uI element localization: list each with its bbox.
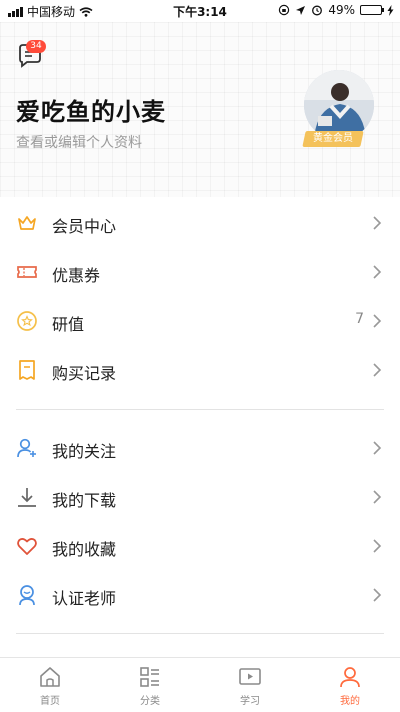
menu-group-content: 我的关注 我的下载 我的收藏 认证老师 <box>0 424 400 620</box>
menu-item-label: 购买记录 <box>52 364 117 383</box>
username[interactable]: 爱吃鱼的小麦 <box>16 92 166 127</box>
chevron-right-icon <box>373 588 382 602</box>
profile-icon <box>340 667 360 688</box>
star-coin-icon <box>17 311 37 331</box>
home-icon <box>40 667 60 687</box>
chevron-right-icon <box>373 490 382 504</box>
menu-item-teacher-verification[interactable]: 认证老师 <box>0 571 400 620</box>
vip-badge-label: 黄金会员 <box>313 133 353 144</box>
charging-icon <box>387 4 394 16</box>
section-divider <box>16 409 384 410</box>
teacher-icon <box>19 585 35 606</box>
menu-item-label: 我的下载 <box>52 491 117 510</box>
profile-header: 34 爱吃鱼的小麦 查看或编辑个人资料 黄金会员 <box>0 22 400 197</box>
menu-item-label: 我的关注 <box>52 442 117 461</box>
tab-mine[interactable]: 我的 <box>300 658 400 712</box>
section-divider <box>16 633 384 634</box>
tab-label: 首页 <box>40 696 60 707</box>
battery-icon <box>360 5 384 15</box>
menu-item-label: 优惠券 <box>52 266 101 285</box>
ticket-icon <box>17 266 37 278</box>
menu-item-label: 我的收藏 <box>52 540 117 559</box>
tab-category[interactable]: 分类 <box>100 658 200 712</box>
category-icon <box>140 667 159 687</box>
edit-profile-link[interactable]: 查看或编辑个人资料 <box>16 132 142 152</box>
menu-item-label: 认证老师 <box>52 589 117 608</box>
tab-label: 我的 <box>340 696 360 707</box>
crown-icon <box>18 216 36 230</box>
chevron-right-icon <box>373 363 382 377</box>
message-badge: 34 <box>26 40 46 53</box>
chevron-right-icon <box>373 314 382 328</box>
user-plus-icon <box>17 438 36 458</box>
status-bar: 中国移动 下午3:14 49% <box>0 0 400 22</box>
status-right: 49% <box>278 3 394 17</box>
menu-item-following[interactable]: 我的关注 <box>0 424 400 473</box>
play-icon <box>239 668 261 685</box>
menu-item-downloads[interactable]: 我的下载 <box>0 473 400 522</box>
tab-label: 学习 <box>240 696 260 707</box>
battery-percent: 49% <box>328 3 355 17</box>
menu-item-label: 会员中心 <box>52 217 117 236</box>
menu-item-member-center[interactable]: 会员中心 <box>0 199 400 248</box>
chevron-right-icon <box>373 265 382 279</box>
orientation-lock-icon <box>279 4 290 16</box>
tab-bar: 首页 分类 学习 我的 <box>0 657 400 712</box>
research-value-count: 7 <box>355 311 364 327</box>
menu-item-research-value[interactable]: 研值 7 <box>0 297 400 346</box>
chevron-right-icon <box>373 539 382 553</box>
chevron-right-icon <box>373 216 382 230</box>
location-icon <box>296 5 306 15</box>
chevron-right-icon <box>373 441 382 455</box>
vip-badge: 黄金会员 <box>302 131 364 147</box>
menu-group-account: 会员中心 优惠券 研值 7 购买记录 <box>0 199 400 395</box>
menu-item-favorites[interactable]: 我的收藏 <box>0 522 400 571</box>
tab-label: 分类 <box>140 696 160 707</box>
avatar[interactable] <box>304 70 374 140</box>
download-icon <box>18 488 36 507</box>
tab-home[interactable]: 首页 <box>0 658 100 712</box>
menu-item-coupons[interactable]: 优惠券 <box>0 248 400 297</box>
menu-item-purchase-history[interactable]: 购买记录 <box>0 346 400 395</box>
receipt-icon <box>19 360 35 380</box>
alarm-icon <box>312 5 323 16</box>
tab-study[interactable]: 学习 <box>200 658 300 712</box>
heart-icon <box>17 538 37 555</box>
menu-item-label: 研值 <box>52 315 85 334</box>
